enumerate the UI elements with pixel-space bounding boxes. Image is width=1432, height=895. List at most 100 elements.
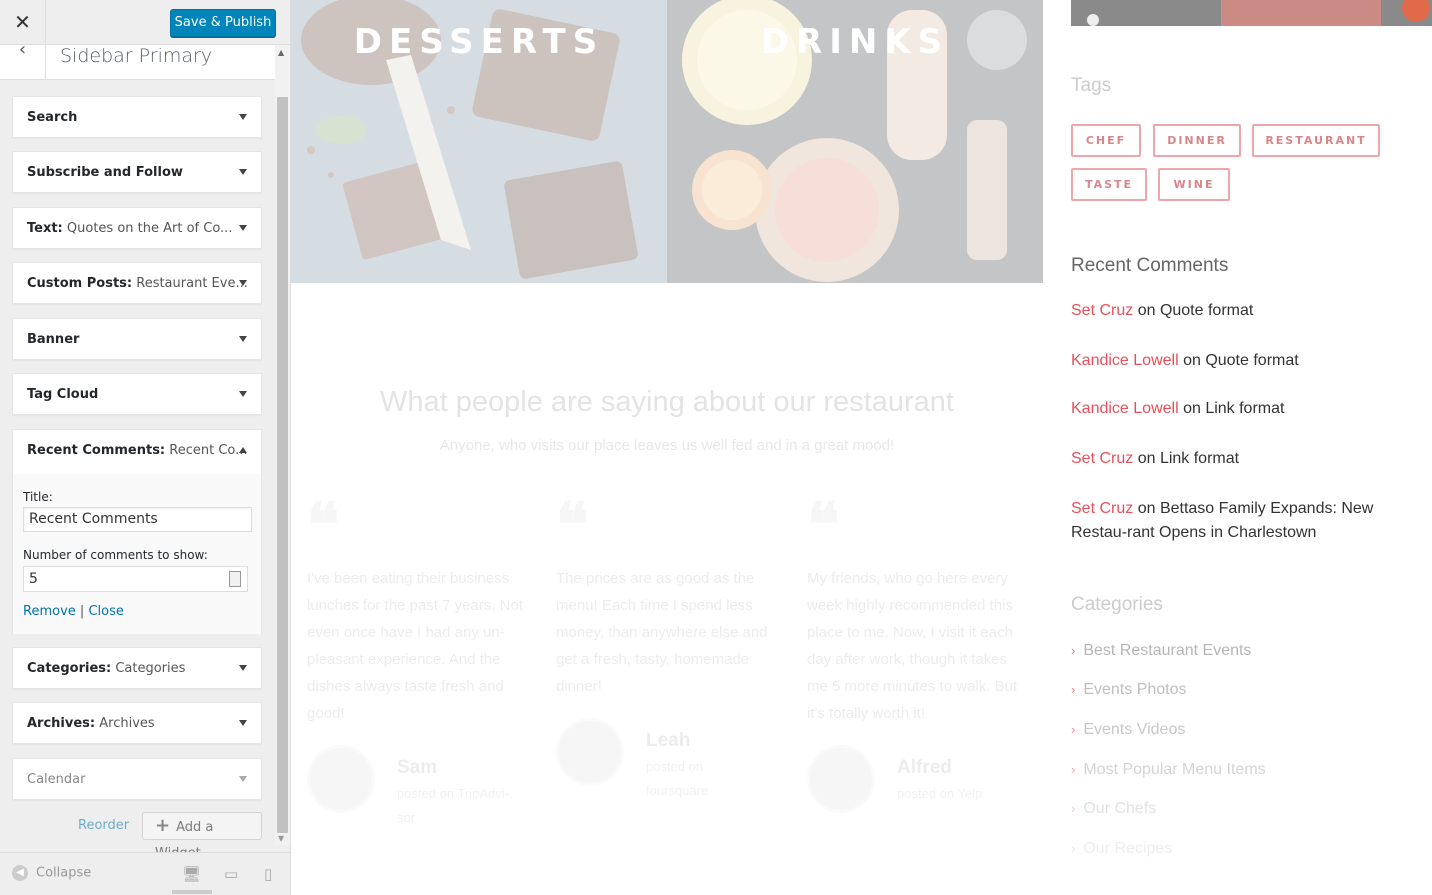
- category-item[interactable]: › Our Chefs: [1071, 800, 1156, 818]
- widget-form: Title: Recent Comments Number of comment…: [13, 474, 261, 634]
- widget-calendar[interactable]: Calendar: [12, 758, 262, 800]
- mobile-preview-icon[interactable]: ▯: [264, 865, 272, 883]
- desserts-banner[interactable]: DESSERTS: [291, 0, 667, 283]
- comment-item: Set Cruz on Bettaso Family Expands: New …: [1071, 497, 1426, 545]
- comment-post-link[interactable]: Link format: [1160, 450, 1239, 467]
- widget-recent-comments: Recent Comments: Recent Co... Title: Rec…: [12, 429, 262, 634]
- widget-subscribe-follow[interactable]: Subscribe and Follow: [12, 151, 262, 193]
- comment-count-field[interactable]: 5: [23, 566, 248, 592]
- comment-connector: on: [1178, 352, 1206, 369]
- desktop-preview-icon[interactable]: 🖥: [182, 865, 201, 883]
- widget-custom-posts[interactable]: Custom Posts: Restaurant Eve...: [12, 262, 262, 304]
- widget-subtitle: Restaurant Eve...: [132, 276, 248, 291]
- scrollbar-thumb[interactable]: [277, 97, 288, 833]
- expand-arrow-icon[interactable]: [239, 225, 247, 231]
- spinner-arrows-icon[interactable]: [229, 571, 241, 587]
- title-field[interactable]: Recent Comments: [23, 507, 252, 532]
- widget-title: Banner: [27, 332, 80, 347]
- comment-count-value: 5: [29, 571, 38, 587]
- widget-actions: Remove | Close: [23, 604, 124, 619]
- comment-post-link[interactable]: Quote format: [1205, 352, 1298, 369]
- active-device-indicator: [172, 890, 212, 894]
- testimonial-author: Sam: [397, 757, 438, 778]
- add-widget-button[interactable]: +Add a Widget: [142, 812, 262, 861]
- scroll-down-arrow-icon[interactable]: ▼: [278, 834, 284, 843]
- category-item[interactable]: › Best Restaurant Events: [1071, 642, 1251, 660]
- comment-item: Set Cruz on Link format: [1071, 447, 1426, 471]
- comment-author-link[interactable]: Set Cruz: [1071, 500, 1133, 517]
- chevron-right-icon: ›: [1071, 643, 1076, 658]
- comment-post-link[interactable]: Link format: [1205, 400, 1284, 417]
- reorder-link[interactable]: Reorder: [78, 818, 129, 833]
- comment-author-link[interactable]: Kandice Lowell: [1071, 352, 1179, 369]
- chevron-left-icon: ‹: [18, 39, 27, 60]
- widget-tag-cloud[interactable]: Tag Cloud: [12, 373, 262, 415]
- scroll-up-arrow-icon[interactable]: ▲: [278, 48, 284, 57]
- collapse-arrow-icon: ◀: [12, 865, 28, 881]
- expand-arrow-icon[interactable]: [239, 169, 247, 175]
- testimonial-text: My friends, who go here every week highl…: [807, 570, 1018, 722]
- count-field-label: Number of comments to show:: [23, 548, 208, 562]
- desserts-banner-label: DESSERTS: [353, 22, 605, 62]
- widget-categories[interactable]: Categories: Categories: [12, 647, 262, 689]
- collapse-arrow-icon[interactable]: [239, 447, 247, 453]
- collapse-button[interactable]: ◀ Collapse: [12, 865, 91, 881]
- comment-connector: on: [1133, 500, 1160, 517]
- comment-item: Set Cruz on Quote format: [1071, 299, 1426, 323]
- comment-connector: on: [1133, 450, 1160, 467]
- expand-arrow-icon[interactable]: [239, 391, 247, 397]
- expand-arrow-icon[interactable]: [239, 776, 247, 782]
- tag-dinner[interactable]: DINNER: [1153, 124, 1241, 157]
- drinks-banner-label: DRINKS: [760, 22, 950, 62]
- categories-heading: Categories: [1071, 594, 1163, 615]
- chevron-right-icon: ›: [1071, 722, 1076, 737]
- widget-banner[interactable]: Banner: [12, 318, 262, 360]
- quote-icon: ❝: [807, 492, 840, 558]
- testimonials-subtitle: Anyone, who visits our place leaves us w…: [439, 437, 895, 454]
- customizer-footer: ◀ Collapse 🖥 ▭ ▯: [0, 852, 290, 895]
- tag-taste[interactable]: TASTE: [1071, 168, 1147, 201]
- category-item[interactable]: › Events Videos: [1071, 721, 1185, 739]
- category-label: Our Recipes: [1083, 840, 1173, 857]
- category-item[interactable]: › Most Popular Menu Items: [1071, 761, 1266, 779]
- widget-title: Archives:: [27, 716, 96, 731]
- expand-arrow-icon[interactable]: [239, 114, 247, 120]
- widget-recent-comments-header[interactable]: Recent Comments: Recent Co...: [13, 430, 261, 473]
- category-item[interactable]: › Our Recipes: [1071, 840, 1172, 858]
- widget-search[interactable]: Search: [12, 96, 262, 138]
- category-label: Our Chefs: [1083, 800, 1157, 817]
- comment-author-link[interactable]: Set Cruz: [1071, 450, 1133, 467]
- testimonial-source: posted on foursquare: [646, 759, 709, 798]
- widget-subtitle: Quotes on the Art of Co...: [62, 221, 233, 236]
- tablet-preview-icon[interactable]: ▭: [224, 865, 238, 883]
- widget-archives[interactable]: Archives: Archives: [12, 702, 262, 744]
- expand-arrow-icon[interactable]: [239, 280, 247, 286]
- comment-author-link[interactable]: Kandice Lowell: [1071, 400, 1179, 417]
- back-button[interactable]: ‹: [0, 41, 46, 80]
- chevron-right-icon: ›: [1071, 841, 1076, 856]
- category-label: Most Popular Menu Items: [1083, 761, 1266, 778]
- expand-arrow-icon[interactable]: [239, 336, 247, 342]
- drinks-banner[interactable]: DRINKS: [667, 0, 1043, 283]
- tag-restaurant[interactable]: RESTAURANT: [1252, 124, 1380, 157]
- expand-arrow-icon[interactable]: [239, 665, 247, 671]
- testimonial-text: I've been eating their business lunches …: [307, 570, 523, 722]
- widget-text[interactable]: Text: Quotes on the Art of Co...: [12, 207, 262, 249]
- close-widget-link[interactable]: Close: [88, 604, 123, 619]
- remove-widget-link[interactable]: Remove: [23, 604, 76, 619]
- comment-post-link[interactable]: Quote format: [1160, 302, 1253, 319]
- widget-subtitle: Categories: [111, 661, 186, 676]
- category-item[interactable]: › Events Photos: [1071, 681, 1187, 699]
- section-header: ‹ Sidebar Primary: [0, 41, 275, 80]
- testimonials-title: What people are saying about our restaur…: [380, 386, 954, 418]
- customizer-header: ✕ Save & Publish: [0, 0, 290, 45]
- comment-author-link[interactable]: Set Cruz: [1071, 302, 1133, 319]
- testimonial-author: Alfred: [897, 757, 952, 778]
- panel-scrollbar[interactable]: ▲ ▼: [275, 45, 290, 845]
- save-publish-button[interactable]: Save & Publish: [170, 9, 276, 37]
- tag-chef[interactable]: CHEF: [1071, 124, 1141, 157]
- widget-title: Recent Comments:: [27, 443, 166, 458]
- expand-arrow-icon[interactable]: [239, 720, 247, 726]
- avatar: [556, 718, 624, 786]
- tag-wine[interactable]: WINE: [1158, 168, 1230, 201]
